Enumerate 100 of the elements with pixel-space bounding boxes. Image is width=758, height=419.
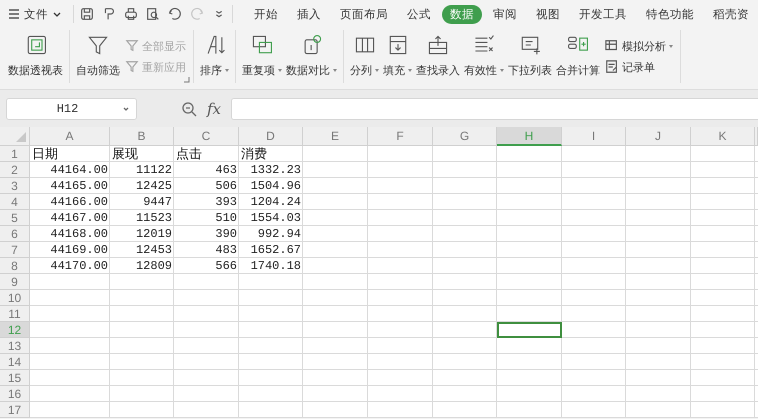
row-header[interactable]: 3 xyxy=(0,178,30,194)
table-cell-text: 566 xyxy=(214,258,238,274)
row-header[interactable]: 11 xyxy=(0,306,30,322)
table-cell-text: 9447 xyxy=(142,194,173,210)
row-header[interactable]: 6 xyxy=(0,226,30,242)
row-header[interactable]: 13 xyxy=(0,338,30,354)
column-header[interactable]: H xyxy=(497,127,562,146)
row-header[interactable]: 4 xyxy=(0,194,30,210)
row-header[interactable]: 8 xyxy=(0,258,30,274)
ribbon-tab[interactable]: 公式 xyxy=(399,4,439,24)
column-header[interactable]: A xyxy=(30,127,110,146)
table-cell-text: 463 xyxy=(214,162,238,178)
ribbon-button[interactable]: 模拟分析 xyxy=(602,38,676,54)
ribbon-button[interactable]: 数据对比 xyxy=(284,30,339,83)
undo-icon[interactable] xyxy=(167,6,183,22)
ribbon-tab[interactable]: 插入 xyxy=(289,4,329,24)
row-header[interactable]: 2 xyxy=(0,162,30,178)
table-cell-text: 消费 xyxy=(240,146,268,162)
ribbon-button[interactable]: 重复项 xyxy=(240,30,284,83)
formula-input[interactable] xyxy=(231,98,758,120)
filter-icon xyxy=(125,60,139,74)
ribbon-tab[interactable]: 视图 xyxy=(528,4,568,24)
row-header[interactable]: 5 xyxy=(0,210,30,226)
caret-icon xyxy=(122,104,130,112)
table-cell-text: 390 xyxy=(214,226,238,242)
ribbon-button[interactable]: 排序 xyxy=(198,30,231,83)
row-header[interactable]: 7 xyxy=(0,242,30,258)
table-cell-text: 展现 xyxy=(111,146,139,162)
filter-icon xyxy=(125,39,139,53)
ribbon-tab[interactable]: 开发工具 xyxy=(571,4,635,24)
column-header[interactable]: C xyxy=(174,127,239,146)
launcher-icon[interactable] xyxy=(184,77,190,83)
table-cell-text: 11523 xyxy=(134,210,173,226)
what-if-icon xyxy=(605,39,619,53)
row-header[interactable]: 12 xyxy=(0,322,30,338)
row-header[interactable]: 16 xyxy=(0,386,30,402)
ribbon-tab[interactable]: 审阅 xyxy=(485,4,525,24)
table-cell-text: 12809 xyxy=(134,258,173,274)
file-menu[interactable]: 文件 xyxy=(0,2,68,26)
ribbon-tab[interactable]: 开始 xyxy=(246,4,286,24)
ribbon-button[interactable]: 数据透视表 xyxy=(6,30,65,83)
ribbon-button[interactable]: 分列 xyxy=(348,30,381,83)
ribbon-button[interactable]: 自动筛选 xyxy=(74,30,122,83)
ribbon-button[interactable]: 记录单 xyxy=(602,60,676,74)
table-cell-text: 44170.00 xyxy=(49,258,109,274)
zoom-icon[interactable] xyxy=(181,100,197,116)
row-header[interactable]: 14 xyxy=(0,354,30,370)
column-header[interactable]: I xyxy=(562,127,626,146)
table-cell-text: 12453 xyxy=(134,242,173,258)
ribbon-button[interactable]: 有效性 xyxy=(462,30,506,83)
table-cell-text: 点击 xyxy=(175,146,203,162)
table-cell-text: 44165.00 xyxy=(49,178,109,194)
ribbon-button[interactable]: 合并计算 xyxy=(554,30,602,83)
row-header[interactable]: 15 xyxy=(0,370,30,386)
table-cell-text: 992.94 xyxy=(256,226,302,242)
print-preview-icon[interactable] xyxy=(145,6,161,22)
table-cell-text: 1652.67 xyxy=(250,242,302,258)
ribbon-button[interactable]: 查找录入 xyxy=(414,30,462,83)
active-cell[interactable] xyxy=(497,322,562,338)
table-cell-text: 1504.96 xyxy=(250,178,302,194)
row-header[interactable]: 9 xyxy=(0,274,30,290)
caret-icon xyxy=(278,69,282,72)
print-icon[interactable] xyxy=(123,6,139,22)
row-header[interactable]: 17 xyxy=(0,402,30,418)
caret-icon xyxy=(669,44,673,48)
column-header[interactable]: J xyxy=(626,127,691,146)
column-header[interactable]: E xyxy=(303,127,368,146)
table-cell-text: 11122 xyxy=(134,162,173,178)
table-cell-text: 日期 xyxy=(31,146,59,162)
table-cell-text: 44168.00 xyxy=(49,226,109,242)
table-cell-text: 44169.00 xyxy=(49,242,109,258)
column-header[interactable]: B xyxy=(110,127,174,146)
form-icon xyxy=(605,60,619,74)
table-cell-text: 44167.00 xyxy=(49,210,109,226)
table-cell-text: 393 xyxy=(214,194,238,210)
function-label[interactable]: fx xyxy=(207,100,222,118)
column-header[interactable]: D xyxy=(239,127,303,146)
table-cell-text: 1554.03 xyxy=(250,210,302,226)
table-cell-text: 1332.23 xyxy=(250,162,302,178)
table-cell-text: 44164.00 xyxy=(49,162,109,178)
ribbon-button[interactable]: 下拉列表 xyxy=(506,30,554,83)
column-header[interactable]: G xyxy=(433,127,497,146)
row-header[interactable]: 10 xyxy=(0,290,30,306)
table-cell-text: 510 xyxy=(214,210,238,226)
caret-icon xyxy=(500,69,504,72)
table-cell-text: 44166.00 xyxy=(49,194,109,210)
ribbon-tab[interactable]: 稻壳资 xyxy=(705,4,757,24)
row-header[interactable]: 1 xyxy=(0,146,30,162)
column-header[interactable]: K xyxy=(691,127,755,146)
ribbon-tab[interactable]: 数据 xyxy=(442,4,482,24)
name-box[interactable]: H12 xyxy=(6,98,137,120)
caret-icon xyxy=(333,69,337,72)
ribbon-button[interactable]: 填充 xyxy=(381,30,414,83)
save-icon[interactable] xyxy=(79,6,95,22)
ribbon-tab[interactable]: 特色功能 xyxy=(638,4,702,24)
table-cell-text: 12425 xyxy=(134,178,173,194)
column-header[interactable]: F xyxy=(368,127,433,146)
table-cell-text: 1740.18 xyxy=(250,258,302,274)
table-cell-text: 1204.24 xyxy=(250,194,302,210)
ribbon-tab[interactable]: 页面布局 xyxy=(332,4,396,24)
